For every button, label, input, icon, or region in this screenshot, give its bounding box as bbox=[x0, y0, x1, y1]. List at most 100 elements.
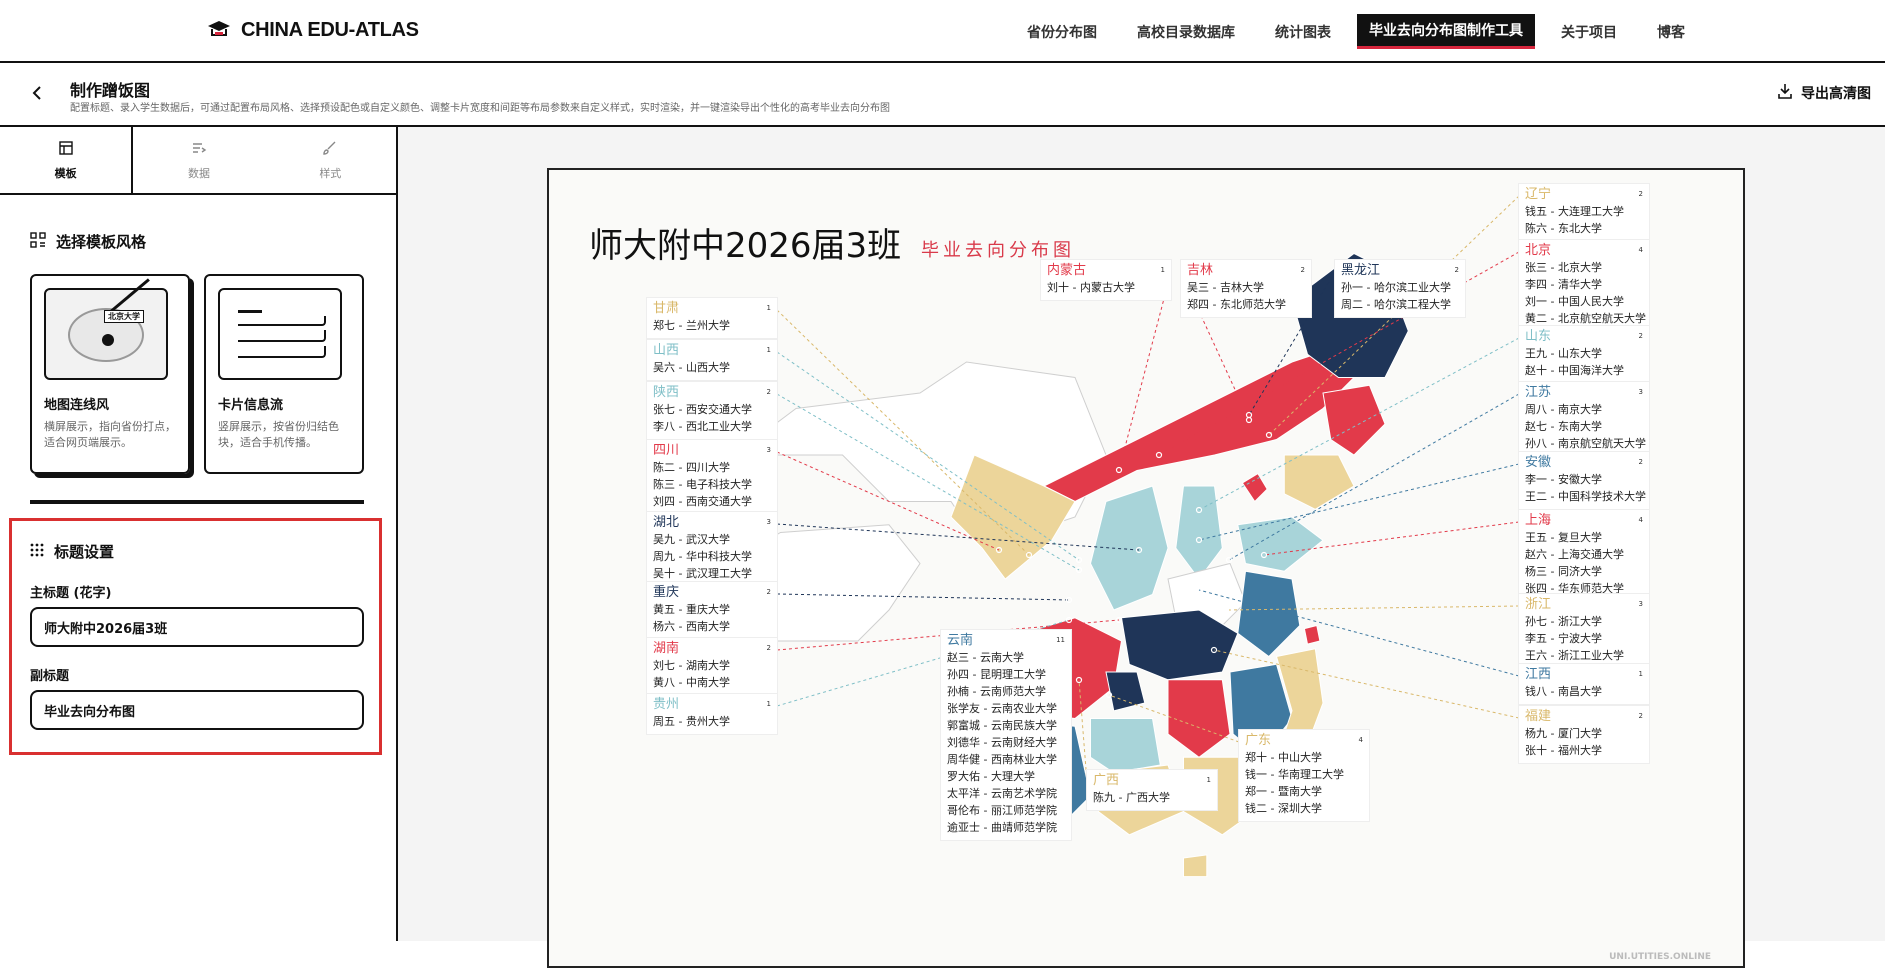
province-count: 2 bbox=[1638, 712, 1643, 720]
title-section-heading: 标题设置 bbox=[30, 541, 361, 562]
student-entry: 孙楠 - 云南师范大学 bbox=[947, 685, 1046, 698]
preview-canvas: 师大附中2026届3班 毕业去向分布图 甘肃 1 郑七 - 兰州大学 山西 1 吴六 - … bbox=[398, 127, 1885, 968]
student-entry: 钱一 - 华南理工大学 bbox=[1245, 768, 1344, 781]
student-entry: 黄五 - 重庆大学 bbox=[653, 603, 730, 616]
nav-link-about[interactable]: 关于项目 bbox=[1541, 16, 1637, 48]
province-name: 浙江 bbox=[1525, 597, 1552, 612]
province-card[interactable]: 辽宁 2 钱五 - 大连理工大学 陈六 - 东北大学 bbox=[1519, 184, 1649, 241]
province-card[interactable]: 浙江 3 孙七 - 浙江大学 李五 - 宁波大学 王六 - 浙江工业大学 bbox=[1519, 594, 1649, 668]
province-name: 山西 bbox=[653, 343, 680, 358]
province-name: 云南 bbox=[947, 633, 974, 648]
template-description: 竖屏展示，按省份归结色块，适合手机传播。 bbox=[218, 420, 339, 449]
province-count: 2 bbox=[1638, 458, 1643, 466]
student-entry: 赵七 - 东南大学 bbox=[1525, 420, 1602, 433]
template-card-info-flow[interactable]: 卡片信息流 竖屏展示，按省份归结色块，适合手机传播。 bbox=[204, 274, 364, 474]
template-name: 地图连线风 bbox=[44, 398, 110, 413]
poster-title: 师大附中2026届3班 bbox=[589, 226, 902, 266]
province-count: 2 bbox=[766, 588, 771, 596]
province-name: 甘肃 bbox=[653, 301, 680, 316]
back-arrow-icon[interactable] bbox=[28, 83, 48, 103]
student-entry: 吴九 - 武汉大学 bbox=[653, 533, 730, 546]
student-entry: 郑四 - 东北师范大学 bbox=[1187, 298, 1286, 311]
province-card[interactable]: 广西 1 陈九 - 广西大学 bbox=[1087, 770, 1217, 810]
province-card[interactable]: 上海 4 王五 - 复旦大学 赵六 - 上海交通大学 杨三 - 同济大学 张四 - 华东师… bbox=[1519, 510, 1649, 601]
logo[interactable]: CHINA EDU-ATLAS bbox=[207, 18, 419, 42]
template-card-map-line[interactable]: 北京大学 地图连线风 横屏展示，指向省份打点，适合网页端展示。 bbox=[30, 274, 190, 474]
province-count: 2 bbox=[1300, 266, 1305, 274]
province-card[interactable]: 陕西 2 张七 - 西安交通大学 李八 - 西北工业大学 bbox=[647, 382, 777, 439]
page-title: 制作蹭饭图 bbox=[70, 81, 151, 100]
tab-template[interactable]: 模板 bbox=[0, 127, 134, 193]
province-card[interactable]: 北京 4 张三 - 北京大学 李四 - 清华大学 刘一 - 中国人民大学 黄二 - 北京航… bbox=[1519, 240, 1649, 331]
province-card[interactable]: 黑龙江 2 孙一 - 哈尔滨工业大学 周二 - 哈尔滨工程大学 bbox=[1335, 260, 1465, 317]
province-name: 吉林 bbox=[1187, 263, 1214, 278]
thumb-line bbox=[238, 310, 262, 313]
nav-link-province-map[interactable]: 省份分布图 bbox=[1007, 16, 1117, 48]
student-entry: 赵六 - 上海交通大学 bbox=[1525, 548, 1624, 561]
province-shape bbox=[1167, 679, 1231, 758]
student-entry: 郑七 - 兰州大学 bbox=[653, 319, 730, 332]
province-card[interactable]: 江西 1 钱八 - 南昌大学 bbox=[1519, 664, 1649, 704]
province-card[interactable]: 山西 1 吴六 - 山西大学 bbox=[647, 340, 777, 380]
student-entry: 王六 - 浙江工业大学 bbox=[1525, 649, 1624, 662]
province-card[interactable]: 山东 2 王九 - 山东大学 赵十 - 中国海洋大学 bbox=[1519, 326, 1649, 383]
province-card[interactable]: 江苏 3 周八 - 南京大学 赵七 - 东南大学 孙八 - 南京航空航天大学 bbox=[1519, 382, 1649, 456]
province-count: 4 bbox=[1638, 516, 1643, 524]
province-count: 1 bbox=[1206, 776, 1211, 784]
export-label: 导出高清图 bbox=[1801, 86, 1871, 102]
province-count: 2 bbox=[766, 388, 771, 396]
main-title-input[interactable] bbox=[30, 607, 364, 647]
province-card[interactable]: 云南 11 赵三 - 云南大学 孙四 - 昆明理工大学 孙楠 - 云南师范大学 张学友 -… bbox=[941, 630, 1071, 840]
tab-data[interactable]: 数据 bbox=[133, 127, 264, 193]
student-entry: 李五 - 宁波大学 bbox=[1525, 632, 1602, 645]
province-name: 湖北 bbox=[653, 515, 680, 530]
province-card[interactable]: 广东 4 郑十 - 中山大学 钱一 - 华南理工大学 郑一 - 暨南大学 钱二 - 深圳大… bbox=[1239, 730, 1369, 821]
province-count: 2 bbox=[1638, 332, 1643, 340]
province-card[interactable]: 吉林 2 吴三 - 吉林大学 郑四 - 东北师范大学 bbox=[1181, 260, 1311, 317]
student-entry: 王二 - 中国科学技术大学 bbox=[1525, 490, 1646, 503]
list-icon bbox=[191, 140, 207, 159]
thumb-card-row bbox=[238, 330, 326, 342]
template-section-title: 选择模板风格 bbox=[56, 233, 147, 251]
student-entry: 太平洋 - 云南艺术学院 bbox=[947, 787, 1057, 800]
province-card[interactable]: 贵州 1 周五 - 贵州大学 bbox=[647, 694, 777, 734]
graduation-cap-icon bbox=[207, 18, 231, 42]
province-shape bbox=[1237, 516, 1324, 572]
province-card[interactable]: 重庆 2 黄五 - 重庆大学 杨六 - 西南大学 bbox=[647, 582, 777, 639]
province-name: 江苏 bbox=[1525, 385, 1552, 400]
export-button[interactable]: 导出高清图 bbox=[1777, 83, 1871, 103]
template-description: 横屏展示，指向省份打点，适合网页端展示。 bbox=[44, 420, 176, 449]
province-card[interactable]: 甘肃 1 郑七 - 兰州大学 bbox=[647, 298, 777, 338]
subtitle-input[interactable] bbox=[30, 690, 364, 730]
province-card[interactable]: 湖北 3 吴九 - 武汉大学 周九 - 华中科技大学 吴十 - 武汉理工大学 bbox=[647, 512, 777, 586]
student-entry: 黄八 - 中南大学 bbox=[653, 676, 730, 689]
province-card[interactable]: 福建 2 杨九 - 厦门大学 张十 - 福州大学 bbox=[1519, 706, 1649, 763]
map-thumb-label: 北京大学 bbox=[104, 310, 144, 323]
student-entry: 钱二 - 深圳大学 bbox=[1245, 802, 1322, 815]
top-navbar: CHINA EDU-ATLAS 省份分布图 高校目录数据库 统计图表 毕业去向分… bbox=[0, 0, 1885, 63]
nav-link-statistics[interactable]: 统计图表 bbox=[1255, 16, 1351, 48]
province-name: 上海 bbox=[1525, 513, 1552, 528]
thumb-card-row bbox=[238, 346, 326, 358]
student-entry: 钱五 - 大连理工大学 bbox=[1525, 205, 1624, 218]
province-name: 贵州 bbox=[653, 697, 680, 712]
nav-link-college-database[interactable]: 高校目录数据库 bbox=[1117, 16, 1255, 48]
student-entry: 钱八 - 南昌大学 bbox=[1525, 685, 1602, 698]
province-name: 广东 bbox=[1245, 733, 1272, 748]
grid-icon bbox=[30, 231, 46, 252]
student-entry: 刘七 - 湖南大学 bbox=[653, 659, 730, 672]
province-card[interactable]: 湖南 2 刘七 - 湖南大学 黄八 - 中南大学 bbox=[647, 638, 777, 695]
province-card[interactable]: 四川 3 陈二 - 四川大学 陈三 - 电子科技大学 刘四 - 西南交通大学 bbox=[647, 440, 777, 514]
province-card[interactable]: 安徽 2 李一 - 安徽大学 王二 - 中国科学技术大学 bbox=[1519, 452, 1649, 509]
province-card[interactable]: 内蒙古 1 刘十 - 内蒙古大学 bbox=[1041, 260, 1171, 300]
student-entry: 周五 - 贵州大学 bbox=[653, 715, 730, 728]
nav-link-blog[interactable]: 博客 bbox=[1637, 16, 1705, 48]
tab-style-label: 样式 bbox=[319, 166, 342, 180]
student-entry: 李四 - 清华大学 bbox=[1525, 278, 1602, 291]
tab-style[interactable]: 样式 bbox=[265, 127, 396, 193]
province-count: 3 bbox=[766, 518, 771, 526]
nav-link-graduation-map-tool[interactable]: 毕业去向分布图制作工具 bbox=[1357, 14, 1535, 49]
province-name: 安徽 bbox=[1525, 455, 1552, 470]
student-entry: 郑一 - 暨南大学 bbox=[1245, 785, 1322, 798]
student-entry: 哥伦布 - 丽江师范学院 bbox=[947, 804, 1057, 817]
